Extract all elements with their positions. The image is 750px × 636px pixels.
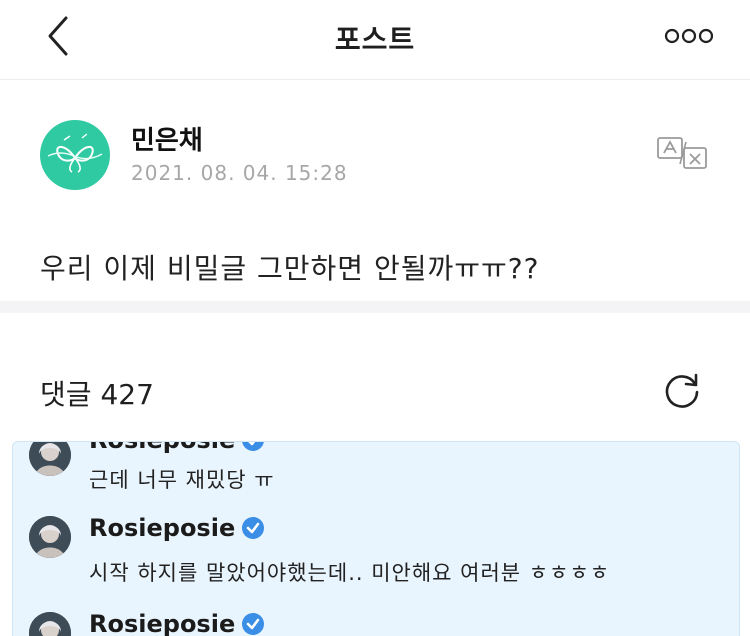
verified-badge-icon bbox=[242, 442, 265, 451]
verified-badge-icon bbox=[242, 613, 265, 635]
commenter-avatar[interactable] bbox=[29, 516, 71, 558]
author-name[interactable]: 민은채 bbox=[131, 120, 203, 157]
comment-text: 시작 하지를 말았어야했는데.. 미안해요 여러분 ㅎㅎㅎㅎ bbox=[89, 561, 611, 585]
translate-icon bbox=[657, 137, 707, 169]
comment-text: 근데 너무 재밌당 ㅠ bbox=[89, 468, 275, 492]
profile-photo-icon bbox=[29, 442, 71, 476]
post-body-text: 우리 이제 비밀글 그만하면 안될까ㅠㅠ?? bbox=[40, 252, 540, 285]
commenter-name[interactable]: Rosieposie bbox=[89, 514, 265, 542]
profile-photo-icon bbox=[29, 516, 71, 558]
refresh-button[interactable] bbox=[662, 370, 702, 410]
refresh-icon bbox=[665, 373, 699, 408]
author-avatar[interactable] bbox=[40, 120, 110, 190]
top-bar: 포스트 bbox=[0, 0, 750, 80]
commenter-name[interactable]: Rosieposie bbox=[89, 610, 265, 636]
commenter-name[interactable]: Rosieposie bbox=[89, 442, 265, 454]
post-author-row: 민은채 2021. 08. 04. 15:28 bbox=[0, 80, 750, 210]
page-title: 포스트 bbox=[334, 23, 416, 56]
commenter-avatar[interactable] bbox=[29, 612, 71, 636]
section-divider bbox=[0, 301, 750, 313]
comments-label: 댓글 bbox=[40, 378, 92, 411]
comments-count: 427 bbox=[100, 378, 154, 411]
profile-photo-icon bbox=[29, 612, 71, 636]
commenter-avatar[interactable] bbox=[29, 442, 71, 476]
butterfly-logo-icon bbox=[47, 133, 103, 173]
comment-item[interactable]: Rosieposie bbox=[13, 600, 739, 636]
post-timestamp: 2021. 08. 04. 15:28 bbox=[131, 161, 348, 185]
comment-item[interactable]: Rosieposie 근데 너무 재밌당 ㅠ bbox=[13, 442, 739, 492]
comments-header: 댓글 427 bbox=[40, 373, 154, 413]
verified-badge-icon bbox=[242, 517, 265, 539]
translate-button[interactable] bbox=[656, 136, 708, 170]
comment-thread-box[interactable]: Rosieposie 근데 너무 재밌당 ㅠ Rosieposie 시작 하지를… bbox=[12, 441, 740, 636]
comment-item[interactable]: Rosieposie 시작 하지를 말았어야했는데.. 미안해요 여러분 ㅎㅎㅎ… bbox=[13, 504, 739, 594]
more-dots-icon bbox=[664, 28, 714, 44]
more-options-button[interactable] bbox=[664, 24, 714, 48]
